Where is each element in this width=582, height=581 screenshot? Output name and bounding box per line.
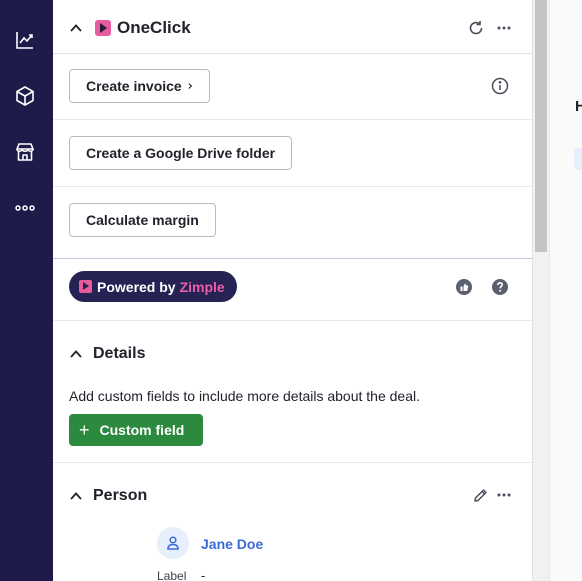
person-title: Person [93, 487, 148, 504]
calculate-margin-label: Calculate margin [86, 212, 199, 228]
details-title: Details [93, 345, 146, 362]
create-folder-button[interactable]: Create a Google Drive folder [69, 136, 293, 170]
marketplace-icon[interactable] [12, 139, 38, 165]
oneclick-logo-icon [95, 20, 111, 36]
chevron-right-icon [188, 83, 192, 89]
powered-by-badge[interactable]: Powered by Zimple [69, 271, 237, 302]
calculate-margin-button[interactable]: Calculate margin [69, 203, 216, 237]
plus-icon: + [79, 420, 90, 440]
create-invoice-button[interactable]: Create invoice [69, 69, 210, 103]
scrollbar-thumb[interactable] [535, 0, 547, 252]
action-row-folder: Create a Google Drive folder [53, 120, 532, 187]
more-icon[interactable] [12, 195, 38, 221]
insights-icon[interactable] [12, 27, 38, 53]
details-description: Add custom fields to include more detail… [69, 388, 420, 404]
person-label-key: Label [157, 569, 187, 581]
person-more-options-icon[interactable] [494, 485, 514, 505]
oneclick-title: OneClick [117, 18, 191, 37]
create-folder-label: Create a Google Drive folder [86, 145, 276, 161]
chevron-up-icon[interactable] [69, 21, 83, 35]
zimple-logo-icon [79, 280, 92, 293]
person-label-value: - [201, 568, 206, 581]
deal-sidebar-panel: OneClick Create invoice Create a Google … [53, 0, 533, 581]
products-icon[interactable] [12, 83, 38, 109]
help-icon[interactable] [490, 277, 510, 297]
main-tab-fragment[interactable] [574, 148, 582, 170]
person-avatar [157, 527, 189, 559]
details-chevron-up-icon[interactable] [69, 347, 83, 361]
person-name-link[interactable]: Jane Doe [201, 536, 263, 552]
left-nav-rail [0, 0, 53, 581]
person-chevron-up-icon[interactable] [69, 489, 83, 503]
info-icon[interactable] [490, 76, 510, 96]
oneclick-header: OneClick [53, 0, 532, 54]
create-invoice-label: Create invoice [86, 78, 182, 94]
person-icon [167, 536, 179, 550]
refresh-icon[interactable] [466, 18, 486, 38]
custom-field-label: Custom field [99, 422, 185, 438]
panel-scrollbar[interactable] [533, 0, 549, 581]
action-row-margin: Calculate margin [53, 187, 532, 259]
main-heading-fragment: H [575, 98, 582, 115]
action-row-invoice: Create invoice [53, 54, 532, 120]
main-content-pane: H [549, 0, 582, 581]
powered-by-brand: Zimple [179, 278, 225, 295]
feedback-icon[interactable] [454, 277, 474, 297]
powered-by-label: Powered by [97, 278, 176, 295]
add-custom-field-button[interactable]: + Custom field [69, 414, 203, 446]
more-options-icon[interactable] [494, 18, 514, 38]
edit-pencil-icon[interactable] [470, 485, 490, 505]
